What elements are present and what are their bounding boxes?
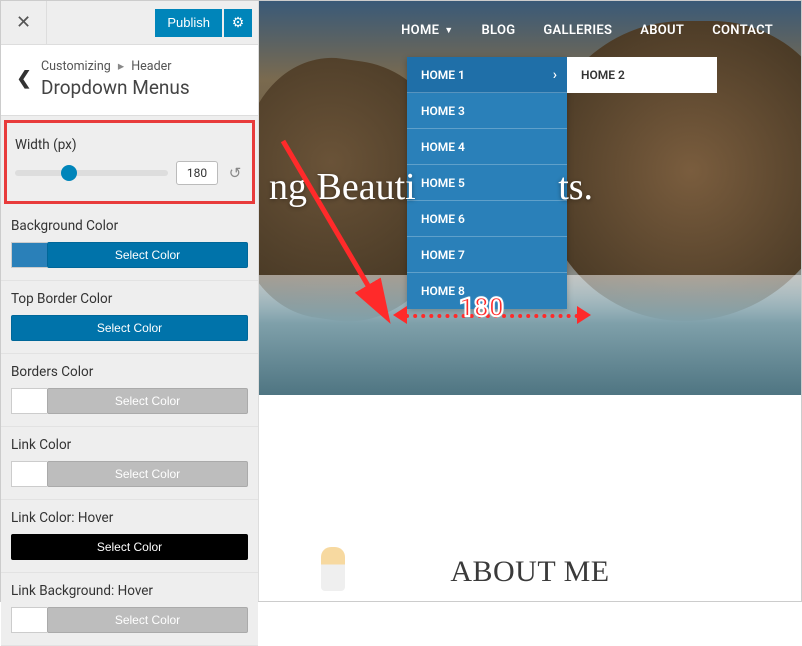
site-preview: HOME▼BLOGGALLERIESABOUTCONTACT HOME 1›HO…: [259, 1, 801, 601]
dropdown-item-label: HOME 3: [421, 104, 465, 118]
control-bg-label: Background Color: [11, 218, 248, 234]
hero-section: HOME▼BLOGGALLERIESABOUTCONTACT HOME 1›HO…: [259, 1, 801, 395]
control-linkbg-row: Select Color: [11, 607, 248, 633]
control-borders-select-button[interactable]: Select Color: [47, 388, 248, 414]
primary-nav: HOME ▼ BLOG GALLERIES ABOUT CONTACT: [401, 23, 773, 38]
back-button[interactable]: ❮: [7, 55, 41, 101]
control-topborder-row: Select Color: [11, 315, 248, 341]
submenu-item[interactable]: HOME 2: [567, 57, 717, 93]
section-header: ❮ Customizing ▸ Header Dropdown Menus: [1, 45, 258, 116]
control-linkbg-swatch[interactable]: [11, 607, 47, 633]
width-value-input[interactable]: 180: [176, 161, 218, 185]
breadcrumb-caret-icon: ▸: [118, 59, 124, 74]
publish-button[interactable]: Publish: [155, 9, 222, 37]
undo-icon: ↺: [229, 164, 242, 182]
nav-item-label: HOME: [401, 23, 439, 38]
about-heading: ABOUT ME: [259, 555, 801, 589]
control-width-label: Width (px): [15, 137, 244, 153]
control-linkbg: Link Background: Hover Select Color: [1, 573, 258, 646]
dropdown-item-label: HOME 4: [421, 140, 465, 154]
nav-item-label: BLOG: [481, 23, 515, 38]
nav-item-label: CONTACT: [712, 23, 773, 38]
control-bg-row: Select Color: [11, 242, 248, 268]
control-link-swatch[interactable]: [11, 461, 47, 487]
control-link-select-button[interactable]: Select Color: [47, 461, 248, 487]
control-linkhover: Link Color: Hover Select Color: [1, 500, 258, 573]
nav-item-label: ABOUT: [640, 23, 684, 38]
breadcrumb-prefix: Customizing: [41, 59, 111, 74]
control-linkbg-select-button[interactable]: Select Color: [47, 607, 248, 633]
control-linkhover-select-button[interactable]: Select Color: [11, 534, 248, 560]
gear-icon: ⚙: [232, 15, 245, 31]
dropdown-item[interactable]: HOME 3: [407, 93, 567, 129]
dropdown-item-label: HOME 6: [421, 212, 465, 226]
control-bg-select-button[interactable]: Select Color: [47, 242, 248, 268]
dropdown-item-label: HOME 1: [421, 68, 465, 82]
breadcrumb: Customizing ▸ Header Dropdown Menus: [41, 58, 248, 99]
control-linkbg-label: Link Background: Hover: [11, 583, 248, 599]
nav-item-galleries[interactable]: GALLERIES: [543, 23, 612, 38]
nav-item-contact[interactable]: CONTACT: [712, 23, 773, 38]
chevron-down-icon: ▼: [444, 25, 453, 36]
width-slider-thumb[interactable]: [61, 165, 77, 181]
control-link: Link Color Select Color: [1, 427, 258, 500]
dropdown-item[interactable]: HOME 1 ›: [407, 57, 567, 93]
chevron-right-icon: ›: [553, 57, 557, 93]
control-borders-row: Select Color: [11, 388, 248, 414]
about-section: ABOUT ME: [259, 395, 801, 601]
control-width: Width (px) 180 ↺: [4, 120, 255, 204]
dropdown-submenu: HOME 2: [567, 57, 717, 93]
control-linkhover-row: Select Color: [11, 534, 248, 560]
control-link-label: Link Color: [11, 437, 248, 453]
width-reset-button[interactable]: ↺: [226, 164, 244, 182]
customizer-sidebar: ✕ Publish ⚙ ❮ Customizing ▸ Header Dropd…: [1, 1, 259, 601]
control-bg-swatch[interactable]: [11, 242, 47, 268]
nav-item-blog[interactable]: BLOG: [481, 23, 515, 38]
annotation-width-value: 180: [459, 293, 504, 323]
breadcrumb-parent: Header: [131, 59, 171, 74]
nav-item-about[interactable]: ABOUT: [640, 23, 684, 38]
nav-item-label: GALLERIES: [543, 23, 612, 38]
hero-title: ng Beauti ts.: [259, 165, 801, 209]
control-topborder: Top Border Color Select Color: [1, 281, 258, 354]
control-borders: Borders Color Select Color: [1, 354, 258, 427]
control-borders-label: Borders Color: [11, 364, 248, 380]
width-slider[interactable]: [15, 170, 168, 176]
control-topborder-label: Top Border Color: [11, 291, 248, 307]
dropdown-item[interactable]: HOME 4: [407, 129, 567, 165]
chevron-left-icon: ❮: [16, 68, 31, 89]
close-icon: ✕: [16, 12, 31, 33]
dropdown-item-label: HOME 7: [421, 248, 465, 262]
control-borders-swatch[interactable]: [11, 388, 47, 414]
control-link-row: Select Color: [11, 461, 248, 487]
section-title: Dropdown Menus: [41, 76, 248, 99]
control-bg: Background Color Select Color: [1, 208, 258, 281]
publish-settings-button[interactable]: ⚙: [224, 9, 252, 37]
control-topborder-select-button[interactable]: Select Color: [11, 315, 248, 341]
submenu-item-label: HOME 2: [581, 68, 625, 82]
dropdown-item[interactable]: HOME 7: [407, 237, 567, 273]
nav-item-home[interactable]: HOME ▼: [401, 23, 453, 38]
control-linkhover-label: Link Color: Hover: [11, 510, 248, 526]
close-customizer-button[interactable]: ✕: [1, 1, 47, 45]
customizer-topbar: ✕ Publish ⚙: [1, 1, 258, 45]
